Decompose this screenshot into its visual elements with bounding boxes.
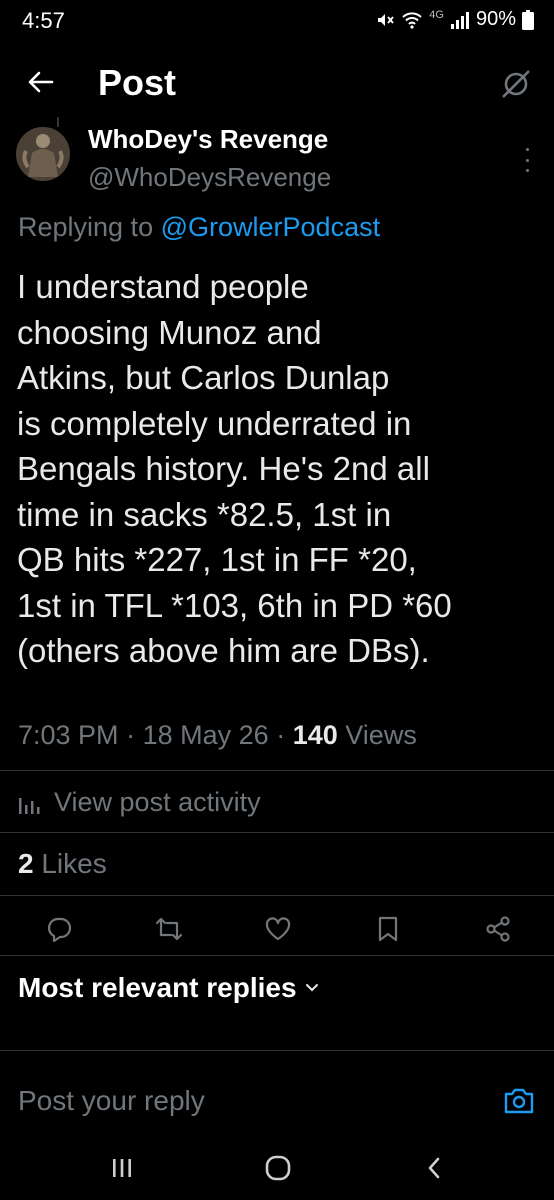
no-grok-icon[interactable] xyxy=(498,66,534,102)
analytics-icon xyxy=(19,797,40,814)
action-bar xyxy=(0,905,554,953)
battery-level: 90% xyxy=(475,8,516,30)
reply-icon xyxy=(47,917,72,943)
signal-icon xyxy=(450,11,469,29)
divider xyxy=(0,832,554,833)
likes-label: Likes xyxy=(41,848,107,879)
reply-input[interactable] xyxy=(18,1082,488,1120)
view-post-activity[interactable]: View post activity xyxy=(18,787,261,818)
chevron-left-icon xyxy=(428,1157,440,1179)
nav-back-button[interactable] xyxy=(414,1150,454,1186)
activity-label: View post activity xyxy=(54,787,261,817)
wifi-icon xyxy=(402,11,422,29)
mute-icon xyxy=(378,13,394,26)
post-date: 18 May 26 xyxy=(142,720,269,750)
like-icon xyxy=(265,917,291,941)
more-dot xyxy=(525,148,529,151)
author-handle[interactable]: @WhoDeysRevenge xyxy=(88,162,331,193)
home-button[interactable] xyxy=(258,1150,298,1186)
likes-count: 2 xyxy=(18,848,34,879)
repost-icon xyxy=(155,917,183,941)
camera-icon xyxy=(504,1088,534,1114)
avatar[interactable] xyxy=(16,127,70,181)
divider xyxy=(0,895,554,896)
replying-prefix: Replying to xyxy=(18,212,154,242)
author-name[interactable]: WhoDey's Revenge xyxy=(88,124,328,155)
recent-apps-icon xyxy=(113,1159,131,1177)
battery-icon xyxy=(522,9,534,30)
bookmark-button[interactable] xyxy=(372,913,404,945)
back-button[interactable] xyxy=(20,62,60,102)
arrow-left-icon xyxy=(28,71,54,93)
replying-to: Replying to @GrowlerPodcast xyxy=(18,212,380,243)
thread-line xyxy=(57,117,59,127)
status-time: 4:57 xyxy=(22,8,65,33)
replies-sort-dropdown[interactable]: Most relevant replies xyxy=(18,972,319,1004)
more-dot xyxy=(525,169,529,172)
repost-button[interactable] xyxy=(153,913,185,945)
reply-composer xyxy=(0,1068,554,1134)
share-button[interactable] xyxy=(482,913,514,945)
more-options-button[interactable] xyxy=(520,148,534,172)
more-dot xyxy=(525,158,529,162)
post-time: 7:03 PM xyxy=(18,720,119,750)
likes-summary[interactable]: 2 Likes xyxy=(18,848,107,880)
views-count: 140 xyxy=(292,720,338,750)
post-meta: 7:03 PM · 18 May 26 · 140 Views xyxy=(18,720,417,751)
share-icon xyxy=(486,916,510,942)
status-icons: 4G 90% xyxy=(375,8,534,31)
divider xyxy=(0,1050,554,1051)
divider xyxy=(0,955,554,956)
divider xyxy=(0,770,554,771)
meta-separator: · xyxy=(126,720,136,750)
bookmark-icon xyxy=(378,916,398,942)
replies-sort-label: Most relevant replies xyxy=(18,972,297,1003)
page-title: Post xyxy=(98,62,177,103)
replying-to-link[interactable]: @GrowlerPodcast xyxy=(161,212,380,242)
network-type: 4G xyxy=(429,8,444,21)
meta-separator: · xyxy=(276,720,286,750)
like-button[interactable] xyxy=(262,913,294,945)
reply-button[interactable] xyxy=(43,913,75,945)
recent-apps-button[interactable] xyxy=(102,1150,142,1186)
camera-button[interactable] xyxy=(502,1084,536,1118)
home-icon xyxy=(265,1155,291,1181)
views-label: Views xyxy=(345,720,417,750)
post-text: I understand people choosing Munoz and A… xyxy=(17,268,452,669)
chevron-down-icon xyxy=(305,984,318,992)
